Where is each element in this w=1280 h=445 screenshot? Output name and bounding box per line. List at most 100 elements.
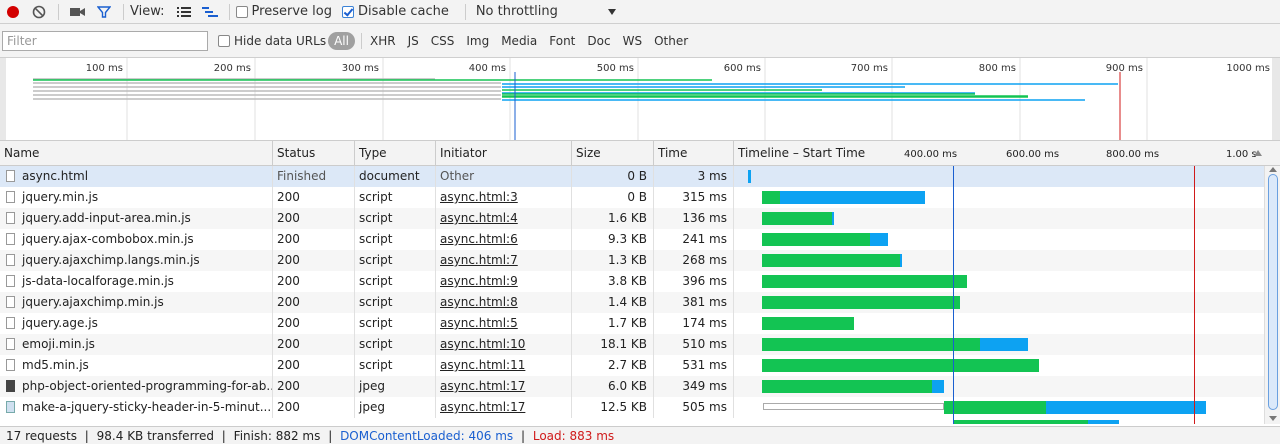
- column-header-initiator[interactable]: Initiator: [436, 141, 572, 165]
- timeline-receiving-bar: [780, 191, 925, 204]
- cell-initiator[interactable]: async.html:10: [436, 334, 572, 355]
- type-filter-xhr[interactable]: XHR: [364, 34, 402, 48]
- cell-size: 1.4 KB: [572, 292, 654, 313]
- hide-data-urls-checkbox[interactable]: Hide data URLs: [218, 34, 326, 48]
- cell-size-text: 2.7 KB: [608, 358, 647, 372]
- request-row[interactable]: jquery.min.js 200 script async.html:3 0 B 315…: [0, 187, 1264, 208]
- request-row[interactable]: jquery.ajaxchimp.min.js 200 script async.ht…: [0, 292, 1264, 313]
- clear-button[interactable]: [26, 1, 52, 23]
- hide-data-urls-box[interactable]: [218, 34, 230, 47]
- overview-tick-label: 900 ms: [1106, 63, 1143, 74]
- timeline-waiting-bar: [762, 359, 1039, 372]
- type-filter-font[interactable]: Font: [543, 34, 581, 48]
- overview-tick-label: 1000 ms: [1226, 63, 1270, 74]
- column-header-time[interactable]: Time: [654, 141, 734, 165]
- disable-cache-checkbox[interactable]: Disable cache: [341, 4, 449, 19]
- request-row[interactable]: emoji.min.js 200 script async.html:10 18.1 K…: [0, 334, 1264, 355]
- disable-cache-box[interactable]: [341, 5, 354, 18]
- column-header-type[interactable]: Type: [355, 141, 436, 165]
- list-view-icon: [176, 6, 191, 17]
- cell-size-text: 1.6 KB: [608, 211, 647, 225]
- record-button[interactable]: [0, 1, 26, 23]
- cell-initiator[interactable]: async.html:9: [436, 271, 572, 292]
- request-count: 17 requests: [6, 429, 77, 443]
- screenshot-button[interactable]: [65, 1, 91, 23]
- column-header-status[interactable]: Status: [273, 141, 355, 165]
- request-row[interactable]: php-object-oriented-programming-for-ab..…: [0, 376, 1264, 397]
- cell-type: script: [355, 271, 436, 292]
- type-filter-media[interactable]: Media: [495, 34, 543, 48]
- column-header-timeline[interactable]: Timeline – Start Time 400.00 ms 600.00 m…: [734, 141, 1280, 165]
- cell-initiator[interactable]: async.html:11: [436, 355, 572, 376]
- cell-time: 510 ms: [654, 334, 734, 355]
- overview-tick-label: 800 ms: [979, 63, 1016, 74]
- request-row[interactable]: make-a-jquery-sticky-header-in-5-minut..…: [0, 397, 1264, 418]
- type-filter-img[interactable]: Img: [460, 34, 495, 48]
- cell-name-text: jquery.min.js: [22, 190, 99, 204]
- throttling-select[interactable]: No throttling: [476, 4, 616, 19]
- scroll-down-icon[interactable]: [1269, 416, 1277, 421]
- request-row[interactable]: async.html Finished document Other 0 B 3 ms: [0, 166, 1264, 187]
- type-filter-other[interactable]: Other: [648, 34, 694, 48]
- column-header-name[interactable]: Name: [0, 141, 273, 165]
- type-filter-ws[interactable]: WS: [617, 34, 648, 48]
- cell-size: 9.3 KB: [572, 229, 654, 250]
- view-label: View:: [130, 4, 165, 19]
- cell-initiator-text: async.html:9: [440, 274, 518, 288]
- request-row[interactable]: jquery.add-input-area.min.js 200 script asy…: [0, 208, 1264, 229]
- timeline-overview[interactable]: 100 ms 200 ms 300 ms 400 ms 500 ms 600 ms 700 …: [0, 58, 1280, 141]
- cell-initiator[interactable]: async.html:4: [436, 208, 572, 229]
- cell-name-text: async.html: [22, 169, 89, 183]
- preserve-log-checkbox[interactable]: Preserve log: [235, 4, 332, 19]
- cell-status-text: 200: [277, 211, 300, 225]
- timeline-tick-label: 600.00 ms: [1006, 149, 1060, 160]
- request-row[interactable]: jquery.ajax-combobox.min.js 200 script asyn…: [0, 229, 1264, 250]
- dom-content-loaded-time: DOMContentLoaded: 406 ms: [340, 429, 514, 443]
- cell-type-text: document: [359, 169, 420, 183]
- cell-name-text: jquery.ajaxchimp.min.js: [22, 295, 164, 309]
- request-row[interactable]: md5.min.js 200 script async.html:11 2.7 KB 53…: [0, 355, 1264, 376]
- cell-status: 200: [273, 397, 355, 418]
- timeline-waiting-bar: [762, 254, 900, 267]
- cell-time: 241 ms: [654, 229, 734, 250]
- cell-initiator-text: async.html:3: [440, 190, 518, 204]
- cell-name-text: emoji.min.js: [22, 337, 95, 351]
- cell-initiator[interactable]: async.html:8: [436, 292, 572, 313]
- cell-initiator[interactable]: async.html:5: [436, 313, 572, 334]
- type-filter-all[interactable]: All: [328, 31, 355, 50]
- filter-input[interactable]: [2, 30, 208, 51]
- cell-name: jquery.age.js: [0, 313, 273, 334]
- image-file-icon: [6, 401, 15, 413]
- cell-initiator[interactable]: async.html:3: [436, 187, 572, 208]
- scroll-up-icon[interactable]: [1269, 167, 1277, 172]
- request-row[interactable]: jquery.ajaxchimp.langs.min.js 200 script as…: [0, 250, 1264, 271]
- vertical-scrollbar[interactable]: [1264, 166, 1280, 424]
- request-row[interactable]: js-data-localforage.min.js 200 script async…: [0, 271, 1264, 292]
- cell-status: 200: [273, 229, 355, 250]
- waterfall-view-button[interactable]: [197, 1, 223, 23]
- cell-time: 531 ms: [654, 355, 734, 376]
- large-rows-view-button[interactable]: [171, 1, 197, 23]
- cell-initiator[interactable]: async.html:6: [436, 229, 572, 250]
- cell-timeline: [734, 166, 1264, 187]
- cell-initiator[interactable]: async.html:7: [436, 250, 572, 271]
- cell-status: 200: [273, 187, 355, 208]
- column-header-size[interactable]: Size: [572, 141, 654, 165]
- request-row[interactable]: jquery.age.js 200 script async.html:5 1.7 KB…: [0, 313, 1264, 334]
- cell-initiator[interactable]: async.html:17: [436, 397, 572, 418]
- type-filter-js[interactable]: JS: [402, 34, 425, 48]
- cell-size-text: 1.3 KB: [608, 253, 647, 267]
- status-separator: |: [328, 429, 333, 443]
- type-filter-css[interactable]: CSS: [425, 34, 461, 48]
- type-filter-doc[interactable]: Doc: [581, 34, 616, 48]
- overview-tick-label: 100 ms: [86, 63, 123, 74]
- cell-timeline: [734, 355, 1264, 376]
- preserve-log-box[interactable]: [235, 5, 248, 18]
- cell-initiator[interactable]: async.html:17: [436, 376, 572, 397]
- cell-initiator-text: async.html:7: [440, 253, 518, 267]
- timeline-receiving-bar: [748, 170, 751, 183]
- cell-initiator[interactable]: Other: [436, 166, 572, 187]
- filter-toggle-button[interactable]: [91, 1, 117, 23]
- scroll-thumb[interactable]: [1268, 174, 1278, 410]
- toolbar-separator: [123, 3, 124, 20]
